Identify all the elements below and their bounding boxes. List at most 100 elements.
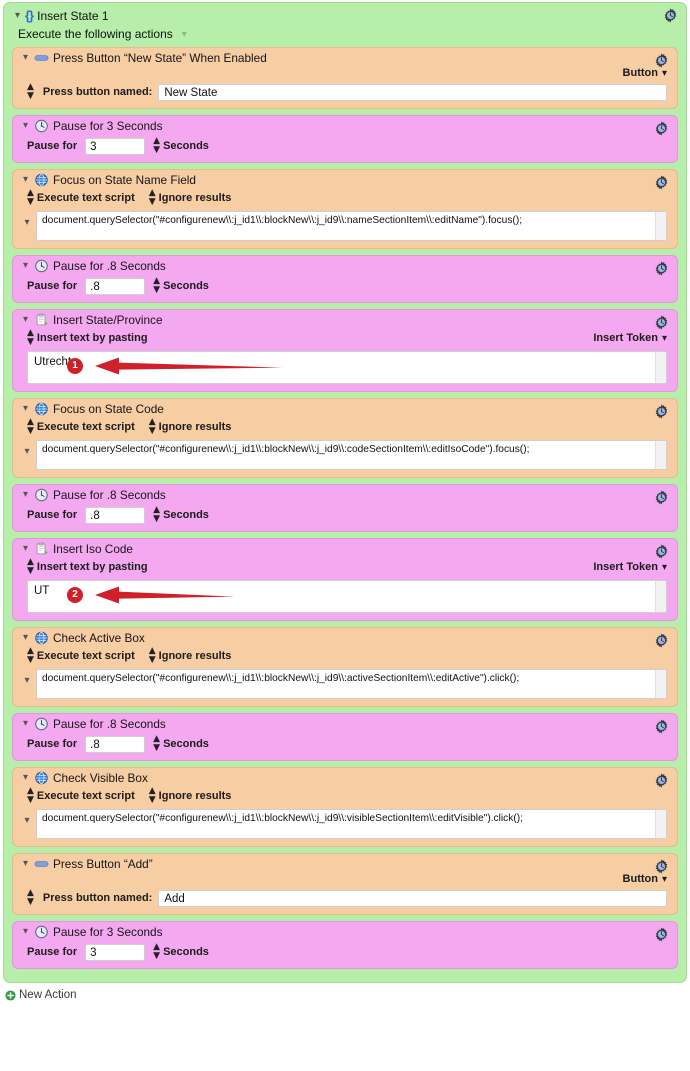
- press-button-named-input[interactable]: Add: [158, 889, 667, 907]
- action-gear-icon[interactable]: [654, 53, 669, 71]
- execute-text-script-dropdown[interactable]: ▲ ▼ Execute text script: [27, 647, 135, 665]
- insert-token-dropdown[interactable]: Insert Token ▾: [593, 561, 667, 573]
- action-card[interactable]: ▾ Pause for 3 Seconds Pause for 3 ▲ ▼ Seconds: [12, 115, 678, 163]
- pause-unit-label: Seconds: [163, 509, 209, 521]
- action-disclosure-triangle[interactable]: ▾: [20, 927, 31, 937]
- clock-icon: [34, 717, 49, 731]
- pause-unit-dropdown[interactable]: ▲ ▼ Seconds: [153, 506, 209, 524]
- stepper-icon[interactable]: ▲ ▼: [27, 889, 34, 907]
- execute-text-script-label: Execute text script: [36, 420, 135, 433]
- insert-token-label: Insert Token: [593, 332, 658, 344]
- action-options-row: Button ▾: [13, 65, 677, 79]
- pause-unit-dropdown[interactable]: ▲ ▼ Seconds: [153, 277, 209, 295]
- action-disclosure-triangle[interactable]: ▾: [20, 404, 31, 414]
- action-gear-icon[interactable]: [654, 121, 669, 139]
- paste-text-input[interactable]: UT: [27, 580, 667, 613]
- globe-icon: [34, 631, 49, 645]
- chevron-down-icon[interactable]: ▾: [182, 29, 187, 40]
- execute-text-script-label: Execute text script: [36, 649, 135, 662]
- script-input[interactable]: document.querySelector("#configurenew\\:…: [36, 211, 667, 241]
- pause-duration-input[interactable]: .8: [85, 277, 146, 295]
- script-input[interactable]: document.querySelector("#configurenew\\:…: [36, 669, 667, 699]
- macro-panel: ▾ {} Insert State 1 Execute the followin…: [3, 2, 687, 983]
- action-card[interactable]: ▾ Check Visible Box ▲ ▼ Execute text script ▲…: [12, 767, 678, 847]
- pause-unit-dropdown[interactable]: ▲ ▼ Seconds: [153, 735, 209, 753]
- action-options-row: ▲ ▼ Execute text script ▲ ▼ Ignore results: [13, 187, 677, 207]
- action-card[interactable]: ▾ Pause for .8 Seconds Pause for .8 ▲ ▼ Second…: [12, 713, 678, 761]
- action-gear-icon[interactable]: [654, 490, 669, 508]
- execute-text-script-dropdown[interactable]: ▲ ▼ Execute text script: [27, 418, 135, 436]
- action-gear-icon[interactable]: [654, 719, 669, 737]
- action-card[interactable]: ▾ Press Button “Add” Button ▾ ▲ ▼ Press button…: [12, 853, 678, 915]
- action-disclosure-triangle[interactable]: ▾: [20, 53, 31, 63]
- action-gear-icon[interactable]: [654, 261, 669, 279]
- execute-text-script-dropdown[interactable]: ▲ ▼ Execute text script: [27, 787, 135, 805]
- stepper-icon: ▲ ▼: [27, 417, 34, 436]
- stepper-icon[interactable]: ▲ ▼: [27, 83, 34, 101]
- pause-duration-input[interactable]: .8: [85, 506, 146, 524]
- ignore-results-dropdown[interactable]: ▲ ▼ Ignore results: [149, 189, 232, 207]
- action-card[interactable]: ▾ Check Active Box ▲ ▼ Execute text script ▲ ▼…: [12, 627, 678, 707]
- chevron-down-icon[interactable]: ▾: [21, 669, 33, 686]
- action-header: ▾ Pause for .8 Seconds: [13, 485, 677, 502]
- action-card[interactable]: ▾ Press Button “New State” When Enabled Bu…: [12, 47, 678, 109]
- execute-text-script-dropdown[interactable]: ▲ ▼ Execute text script: [27, 189, 135, 207]
- pause-duration-input[interactable]: 3: [85, 943, 146, 961]
- action-title: Check Active Box: [53, 631, 145, 645]
- action-card[interactable]: ▾ Pause for .8 Seconds Pause for .8 ▲ ▼ Second…: [12, 255, 678, 303]
- action-card[interactable]: ▾ Insert Iso Code ▲ ▼ Insert text by pasting…: [12, 538, 678, 621]
- action-gear-icon[interactable]: [654, 544, 669, 562]
- action-gear-icon[interactable]: [654, 859, 669, 877]
- action-disclosure-triangle[interactable]: ▾: [20, 490, 31, 500]
- ignore-results-label: Ignore results: [158, 191, 232, 204]
- paste-text-input[interactable]: Utrecht: [27, 351, 667, 384]
- ignore-results-dropdown[interactable]: ▲ ▼ Ignore results: [149, 418, 232, 436]
- macro-gear-icon[interactable]: [663, 8, 678, 26]
- insert-text-mode-dropdown[interactable]: ▲ ▼ Insert text by pasting: [27, 558, 148, 576]
- action-gear-icon[interactable]: [654, 315, 669, 333]
- action-disclosure-triangle[interactable]: ▾: [20, 859, 31, 869]
- action-disclosure-triangle[interactable]: ▾: [20, 633, 31, 643]
- new-action-footer[interactable]: New Action: [0, 983, 690, 1001]
- insert-text-mode-dropdown[interactable]: ▲ ▼ Insert text by pasting: [27, 329, 148, 347]
- globe-icon: [34, 402, 49, 416]
- action-gear-icon[interactable]: [654, 927, 669, 945]
- pause-duration-input[interactable]: .8: [85, 735, 146, 753]
- action-title: Pause for .8 Seconds: [53, 259, 166, 273]
- action-card[interactable]: ▾ Focus on State Code ▲ ▼ Execute text scrip…: [12, 398, 678, 478]
- chevron-down-icon[interactable]: ▾: [21, 440, 33, 457]
- new-action-label: New Action: [19, 989, 77, 1001]
- pause-unit-dropdown[interactable]: ▲ ▼ Seconds: [153, 137, 209, 155]
- ignore-results-dropdown[interactable]: ▲ ▼ Ignore results: [149, 787, 232, 805]
- macro-subheader: Execute the following actions ▾: [4, 22, 686, 47]
- pause-duration-input[interactable]: 3: [85, 137, 146, 155]
- script-input[interactable]: document.querySelector("#configurenew\\:…: [36, 809, 667, 839]
- insert-token-dropdown[interactable]: Insert Token ▾: [593, 332, 667, 344]
- action-card[interactable]: ▾ Focus on State Name Field ▲ ▼ Execute text…: [12, 169, 678, 249]
- action-gear-icon[interactable]: [654, 404, 669, 422]
- action-disclosure-triangle[interactable]: ▾: [20, 121, 31, 131]
- pause-for-label: Pause for: [27, 140, 78, 152]
- macro-disclosure-triangle[interactable]: ▾: [12, 10, 23, 21]
- action-disclosure-triangle[interactable]: ▾: [20, 719, 31, 729]
- action-disclosure-triangle[interactable]: ▾: [20, 175, 31, 185]
- action-gear-icon[interactable]: [654, 773, 669, 791]
- action-disclosure-triangle[interactable]: ▾: [20, 315, 31, 325]
- action-gear-icon[interactable]: [654, 175, 669, 193]
- stepper-icon: ▲ ▼: [153, 505, 161, 524]
- action-title: Insert Iso Code: [53, 542, 133, 556]
- pause-unit-dropdown[interactable]: ▲ ▼ Seconds: [153, 943, 209, 961]
- ignore-results-dropdown[interactable]: ▲ ▼ Ignore results: [149, 647, 232, 665]
- action-disclosure-triangle[interactable]: ▾: [20, 773, 31, 783]
- action-disclosure-triangle[interactable]: ▾: [20, 261, 31, 271]
- pause-row: Pause for .8 ▲ ▼ Seconds: [13, 731, 677, 753]
- action-card[interactable]: ▾ Pause for 3 Seconds Pause for 3 ▲ ▼ Seconds: [12, 921, 678, 969]
- chevron-down-icon[interactable]: ▾: [21, 809, 33, 826]
- action-card[interactable]: ▾ Pause for .8 Seconds Pause for .8 ▲ ▼ Second…: [12, 484, 678, 532]
- action-card[interactable]: ▾ Insert State/Province ▲ ▼ Insert text by p…: [12, 309, 678, 392]
- press-button-named-input[interactable]: New State: [158, 83, 667, 101]
- script-input[interactable]: document.querySelector("#configurenew\\:…: [36, 440, 667, 470]
- action-disclosure-triangle[interactable]: ▾: [20, 544, 31, 554]
- action-gear-icon[interactable]: [654, 633, 669, 651]
- chevron-down-icon[interactable]: ▾: [21, 211, 33, 228]
